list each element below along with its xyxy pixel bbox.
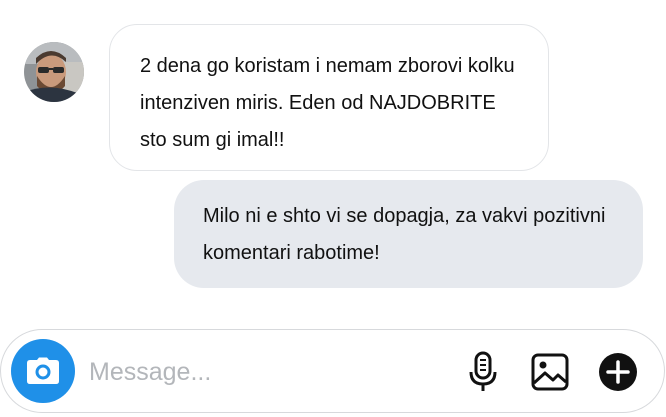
plus-circle-icon: [599, 353, 637, 391]
chat-window: 2 dena go koristam i nemam zborovi kolku…: [0, 0, 666, 417]
add-button[interactable]: [598, 352, 638, 392]
message-input[interactable]: [89, 350, 439, 394]
microphone-icon: [469, 351, 497, 391]
avatar[interactable]: [24, 42, 84, 102]
incoming-message-text: 2 dena go koristam i nemam zborovi kolku…: [140, 55, 515, 151]
microphone-button[interactable]: [463, 350, 503, 394]
avatar-photo: [24, 42, 84, 102]
outgoing-message-text: Milo ni e shto vi se dopagja, za vakvi p…: [203, 205, 606, 264]
outgoing-message-bubble: Milo ni e shto vi se dopagja, za vakvi p…: [174, 180, 643, 288]
gallery-button[interactable]: [530, 352, 570, 392]
camera-button[interactable]: [11, 339, 75, 403]
incoming-message-bubble: 2 dena go koristam i nemam zborovi kolku…: [109, 24, 549, 171]
image-icon: [531, 353, 569, 391]
camera-icon: [27, 357, 59, 384]
message-composer: [0, 329, 665, 413]
